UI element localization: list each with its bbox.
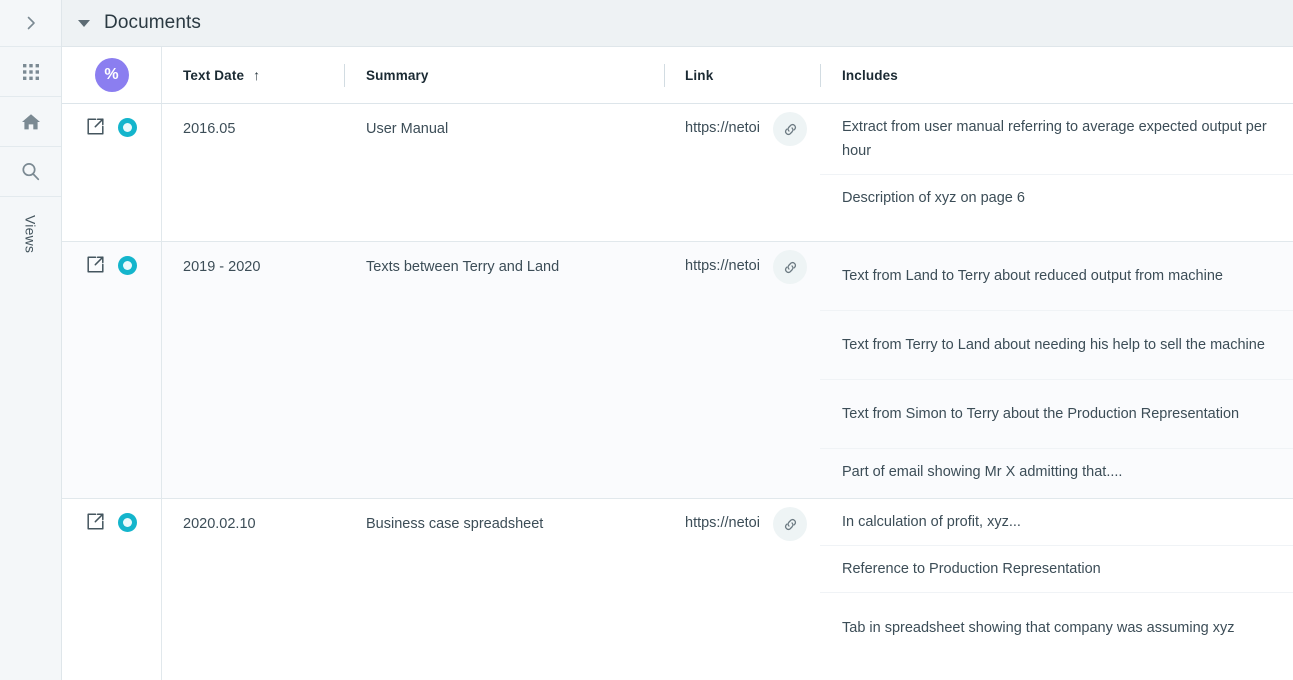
cell-summary: Texts between Terry and Land bbox=[344, 242, 664, 498]
link-url[interactable]: https://netoi bbox=[685, 515, 760, 531]
header-cell-actions: % bbox=[62, 47, 162, 103]
cell-link: https://netoi bbox=[664, 499, 820, 680]
documents-table: % Text Date ↑ Summary Link Includes 2016… bbox=[62, 47, 1293, 680]
cell-includes: In calculation of profit, xyz... Referen… bbox=[820, 499, 1293, 662]
text-date-value: 2016.05 bbox=[183, 121, 236, 137]
link-url[interactable]: https://netoi bbox=[685, 258, 760, 274]
donut-circle-icon[interactable] bbox=[118, 513, 137, 532]
home-icon bbox=[21, 112, 41, 132]
sort-ascending-icon[interactable]: ↑ bbox=[253, 68, 260, 82]
includes-item[interactable]: Description of xyz on page 6 bbox=[820, 175, 1293, 221]
donut-circle-icon[interactable] bbox=[118, 256, 137, 275]
includes-text: Part of email showing Mr X admitting tha… bbox=[842, 464, 1123, 480]
sidebar-item-search[interactable] bbox=[0, 147, 61, 197]
includes-item[interactable]: Text from Simon to Terry about the Produ… bbox=[820, 380, 1293, 449]
includes-item[interactable]: Part of email showing Mr X admitting tha… bbox=[820, 449, 1293, 495]
sidebar-item-expand[interactable] bbox=[0, 0, 61, 47]
cell-text-date: 2016.05 bbox=[162, 104, 344, 241]
table-header-row: % Text Date ↑ Summary Link Includes bbox=[62, 47, 1293, 104]
link-url[interactable]: https://netoi bbox=[685, 120, 760, 136]
sidebar-item-views[interactable]: Views bbox=[0, 197, 61, 680]
header-cell-link[interactable]: Link bbox=[664, 47, 820, 103]
header-cell-includes[interactable]: Includes bbox=[820, 47, 1293, 103]
main-panel: Documents % Text Date ↑ Summary Link Inc… bbox=[62, 0, 1293, 680]
includes-text: Description of xyz on page 6 bbox=[842, 190, 1025, 206]
column-divider bbox=[344, 64, 345, 87]
donut-circle-icon[interactable] bbox=[118, 118, 137, 137]
header-label-summary: Summary bbox=[366, 67, 429, 83]
cell-text-date: 2020.02.10 bbox=[162, 499, 344, 680]
includes-item[interactable]: In calculation of profit, xyz... bbox=[820, 499, 1293, 546]
header-label-link: Link bbox=[685, 67, 714, 83]
includes-text: In calculation of profit, xyz... bbox=[842, 514, 1021, 530]
summary-value: User Manual bbox=[366, 121, 449, 137]
external-link-icon[interactable] bbox=[86, 117, 105, 141]
cell-link: https://netoi bbox=[664, 104, 820, 241]
table-row[interactable]: 2016.05 User Manual https://netoi Extrac… bbox=[62, 104, 1293, 242]
percent-badge-label: % bbox=[104, 66, 119, 83]
header-cell-summary[interactable]: Summary bbox=[344, 47, 664, 103]
includes-text: Text from Land to Terry about reduced ou… bbox=[842, 268, 1223, 284]
external-link-icon[interactable] bbox=[86, 512, 105, 536]
table-row[interactable]: 2020.02.10 Business case spreadsheet htt… bbox=[62, 499, 1293, 680]
includes-text: Reference to Production Representation bbox=[842, 561, 1101, 577]
link-chain-icon[interactable] bbox=[773, 112, 807, 146]
caret-down-icon[interactable] bbox=[78, 19, 90, 27]
includes-item[interactable]: Tab in spreadsheet showing that company … bbox=[820, 593, 1293, 662]
section-header: Documents bbox=[62, 0, 1293, 47]
column-divider bbox=[664, 64, 665, 87]
includes-item[interactable]: Text from Land to Terry about reduced ou… bbox=[820, 242, 1293, 311]
cell-link: https://netoi bbox=[664, 242, 820, 498]
includes-text: Extract from user manual referring to av… bbox=[842, 119, 1267, 159]
search-icon bbox=[20, 161, 41, 182]
sidebar-views-label: Views bbox=[22, 215, 39, 254]
text-date-value: 2019 - 2020 bbox=[183, 259, 261, 275]
chevron-right-icon bbox=[23, 15, 39, 31]
external-link-icon[interactable] bbox=[86, 255, 105, 279]
link-chain-icon[interactable] bbox=[773, 250, 807, 284]
includes-item[interactable]: Reference to Production Representation bbox=[820, 546, 1293, 593]
percent-icon[interactable]: % bbox=[94, 58, 129, 92]
header-label-text-date: Text Date bbox=[183, 67, 245, 83]
cell-includes: Extract from user manual referring to av… bbox=[820, 104, 1293, 221]
cell-includes: Text from Land to Terry about reduced ou… bbox=[820, 242, 1293, 495]
row-actions bbox=[62, 104, 162, 241]
cell-summary: User Manual bbox=[344, 104, 664, 241]
app-root: Views Documents % Text Date ↑ Summary Li… bbox=[0, 0, 1293, 680]
column-divider bbox=[820, 64, 821, 87]
page-title: Documents bbox=[104, 12, 201, 33]
cell-summary: Business case spreadsheet bbox=[344, 499, 664, 680]
link-chain-icon[interactable] bbox=[773, 507, 807, 541]
includes-text: Tab in spreadsheet showing that company … bbox=[842, 619, 1235, 636]
includes-item[interactable]: Extract from user manual referring to av… bbox=[820, 104, 1293, 175]
summary-value: Texts between Terry and Land bbox=[366, 259, 560, 275]
includes-text: Text from Terry to Land about needing hi… bbox=[842, 337, 1265, 353]
includes-item[interactable]: Text from Terry to Land about needing hi… bbox=[820, 311, 1293, 380]
includes-text: Text from Simon to Terry about the Produ… bbox=[842, 406, 1240, 422]
header-label-includes: Includes bbox=[842, 67, 898, 83]
summary-value: Business case spreadsheet bbox=[366, 516, 544, 532]
header-cell-text-date[interactable]: Text Date ↑ bbox=[162, 47, 344, 103]
cell-text-date: 2019 - 2020 bbox=[162, 242, 344, 498]
row-actions bbox=[62, 499, 162, 680]
sidebar-item-apps[interactable] bbox=[0, 47, 61, 97]
sidebar-item-home[interactable] bbox=[0, 97, 61, 147]
row-actions bbox=[62, 242, 162, 498]
grid-apps-icon bbox=[22, 63, 40, 81]
table-row[interactable]: 2019 - 2020 Texts between Terry and Land… bbox=[62, 242, 1293, 499]
left-rail: Views bbox=[0, 0, 62, 680]
text-date-value: 2020.02.10 bbox=[183, 516, 256, 532]
